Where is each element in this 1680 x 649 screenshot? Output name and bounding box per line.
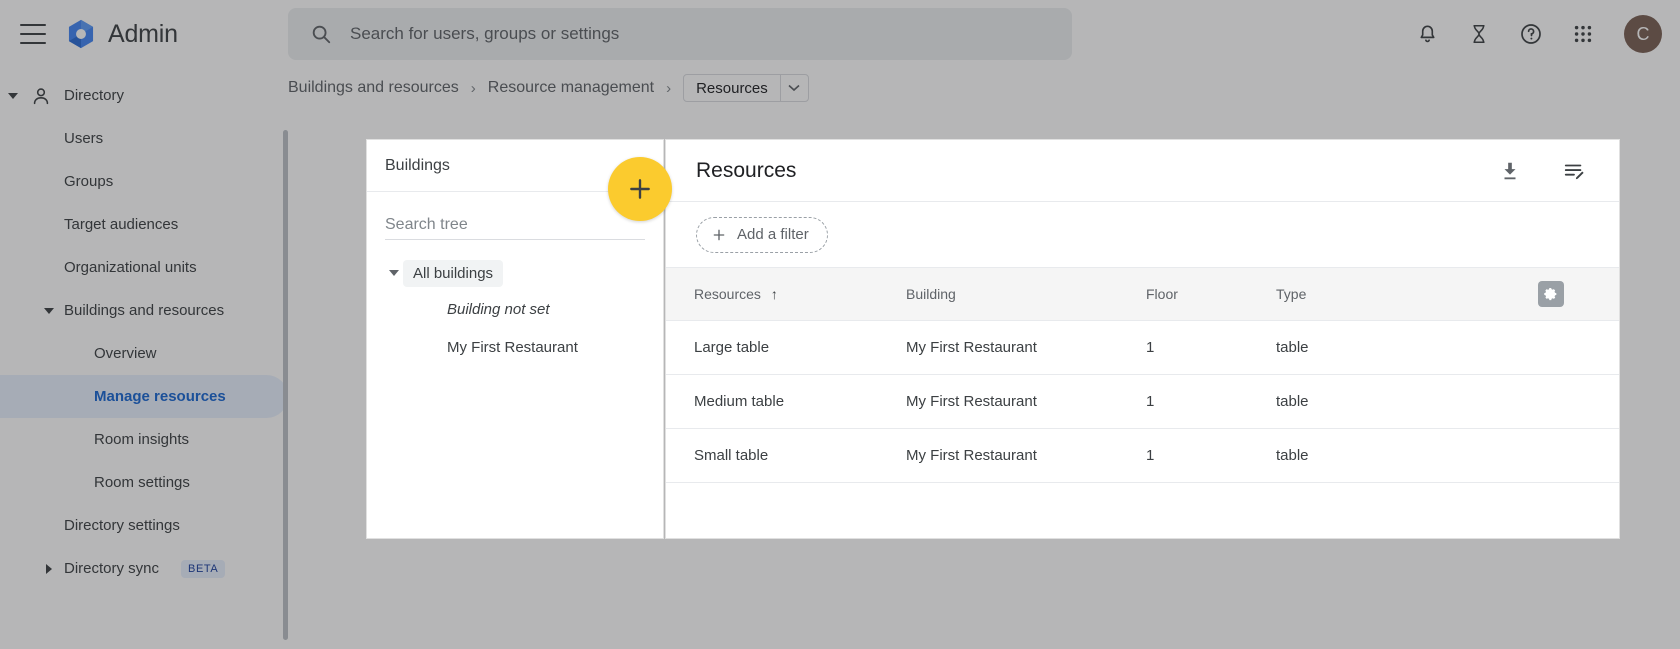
buildings-panel-title: Buildings	[385, 156, 450, 174]
floor-cell: 1	[1146, 320, 1276, 375]
tree-search-input[interactable]	[385, 210, 645, 240]
resource-name-cell: Small table	[666, 428, 906, 483]
resource-name-cell: Large table	[666, 320, 906, 375]
resources-panel-actions	[1495, 156, 1589, 186]
admin-console-page: Admin Search for users, groups or settin…	[0, 0, 1680, 649]
plus-icon	[630, 179, 650, 199]
tree-item[interactable]: My First Restaurant	[385, 328, 645, 366]
edit-list-icon[interactable]	[1559, 156, 1589, 186]
resource-name-cell: Medium table	[666, 374, 906, 429]
building-cell: My First Restaurant	[906, 428, 1146, 483]
table-row[interactable]: Small table My First Restaurant 1 table	[666, 428, 1619, 483]
tree-root-row[interactable]: All buildings	[385, 256, 645, 290]
add-filter-label: Add a filter	[737, 226, 809, 243]
column-header-floor[interactable]: Floor	[1146, 268, 1276, 321]
row-overflow-cell	[1576, 374, 1619, 429]
gear-icon[interactable]	[1538, 280, 1564, 307]
floor-cell: 1	[1146, 374, 1276, 429]
column-header-type[interactable]: Type	[1276, 268, 1456, 321]
building-cell: My First Restaurant	[906, 320, 1146, 375]
add-filter-chip[interactable]: Add a filter	[696, 216, 828, 253]
column-header-resources-label: Resources	[694, 285, 761, 302]
type-cell: table	[1276, 428, 1456, 483]
type-cell: table	[1276, 374, 1456, 429]
add-resource-fab[interactable]	[608, 157, 672, 221]
row-overflow-cell	[1576, 428, 1619, 483]
floor-cell: 1	[1146, 428, 1276, 483]
sort-arrow-icon[interactable]: ↑	[771, 286, 778, 302]
resources-panel-title: Resources	[696, 158, 797, 182]
row-actions-cell	[1456, 320, 1576, 375]
download-icon[interactable]	[1495, 156, 1525, 186]
resources-table: Resources ↑ Building Floor Type Large ta…	[666, 268, 1619, 483]
column-header-resources[interactable]: Resources ↑	[666, 268, 906, 321]
chevron-down-icon[interactable]	[385, 270, 403, 276]
resources-panel-header: Resources	[666, 140, 1619, 202]
table-row[interactable]: Medium table My First Restaurant 1 table	[666, 374, 1619, 429]
filter-bar: Add a filter	[666, 202, 1619, 268]
tree-root-label[interactable]: All buildings	[403, 259, 504, 287]
plus-icon	[713, 229, 725, 240]
type-cell: table	[1276, 320, 1456, 375]
row-actions-cell	[1456, 374, 1576, 429]
column-header-building[interactable]: Building	[906, 268, 1146, 321]
resources-table-head: Resources ↑ Building Floor Type	[666, 268, 1619, 321]
buildings-panel-body: All buildings Building not setMy First R…	[367, 192, 663, 366]
buildings-tree: All buildings Building not set My First R…	[385, 256, 645, 366]
table-row[interactable]: Large table My First Restaurant 1 table	[666, 320, 1619, 375]
resources-table-body: Large table My First Restaurant 1 table Medi…	[666, 320, 1619, 483]
column-header-settings	[1456, 268, 1576, 321]
building-cell: My First Restaurant	[906, 374, 1146, 429]
tree-item[interactable]: Building not set	[385, 290, 645, 328]
column-header-overflow	[1576, 268, 1619, 321]
row-overflow-cell	[1576, 320, 1619, 375]
resources-panel: Resources Add a filter Resources ↑ Build…	[665, 139, 1620, 539]
row-actions-cell	[1456, 428, 1576, 483]
table-header-row: Resources ↑ Building Floor Type	[666, 268, 1619, 321]
